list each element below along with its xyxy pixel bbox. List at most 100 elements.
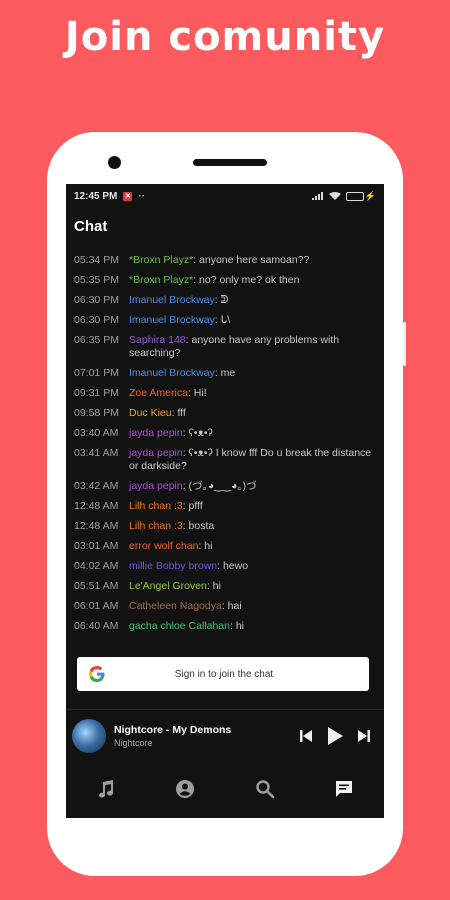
search-icon[interactable] — [255, 779, 275, 799]
front-camera — [108, 156, 121, 169]
chat-message: 12:48 AM Lilh chan :3: pfff — [74, 500, 376, 513]
divider — [66, 709, 384, 710]
track-title: Nightcore - My Demons — [114, 724, 232, 736]
message-text: : ᕲ — [214, 294, 229, 306]
notification-icon: ✕ — [123, 191, 133, 201]
message-username[interactable]: Saphira 148 — [129, 334, 186, 346]
chat-message: 12:48 AM Lilh chan :3: bosta — [74, 520, 376, 533]
message-username[interactable]: Lilh chan :3 — [129, 520, 183, 532]
message-time: 06:30 PM — [74, 294, 119, 306]
message-username[interactable]: Imanuel Brockway — [129, 294, 215, 306]
message-time: 06:30 PM — [74, 314, 119, 326]
chat-message: 06:30 PM Imanuel Brockway: ᒐ\ — [74, 314, 376, 327]
chat-message: 05:51 AM Le'Angel Groven: hi — [74, 580, 376, 593]
message-text: : Hi! — [187, 387, 207, 399]
message-username[interactable]: *Broxn Playz* — [129, 274, 193, 286]
message-username[interactable]: Imanuel Brockway — [129, 367, 215, 379]
headline: Join comunity — [64, 14, 386, 60]
message-time: 06:40 AM — [74, 620, 119, 632]
chat-message: 09:31 PM Zoe America: Hi! — [74, 387, 376, 400]
chat-message: 03:40 AM jayda pepin: ʕ•ᴥ•ʔ — [74, 427, 376, 440]
battery-icon: ⚡ — [345, 191, 376, 202]
message-time: 03:01 AM — [74, 540, 119, 552]
status-time: 12:45 PM — [74, 190, 118, 202]
message-username[interactable]: Lilh chan :3 — [129, 500, 183, 512]
more-notifications-icon: ·· — [138, 190, 146, 202]
message-username[interactable]: Duc Kieu — [129, 407, 172, 419]
chat-message: 04:02 AM millie Bobby brown: hewo — [74, 560, 376, 573]
track-artist: Nightcore — [114, 738, 153, 748]
chat-message: 05:35 PM *Broxn Playz*: no? only me? ok t… — [74, 274, 376, 287]
message-text: : fff — [171, 407, 186, 419]
message-time: 05:35 PM — [74, 274, 119, 286]
message-username[interactable]: Imanuel Brockway — [129, 314, 215, 326]
chat-title: Chat — [74, 218, 108, 235]
message-text: : no? only me? ok then — [193, 274, 300, 286]
message-text: : ᒐ\ — [214, 314, 231, 326]
chat-message: 09:58 PM Duc Kieu: fff — [74, 407, 376, 420]
play-icon[interactable] — [326, 726, 344, 746]
message-text: : hi — [198, 540, 213, 552]
chat-message: 06:01 AM Catheleen Nagodya: hai — [74, 600, 376, 613]
chat-message: 06:30 PM Imanuel Brockway: ᕲ — [74, 294, 376, 307]
message-username[interactable]: Catheleen Nagodya — [129, 600, 222, 612]
message-username[interactable]: gacha chloe Callahan — [129, 620, 230, 632]
message-username[interactable]: Zoe America — [129, 387, 188, 399]
message-text: : pfff — [182, 500, 203, 512]
side-button — [403, 322, 406, 366]
message-username[interactable]: error wolf chan — [129, 540, 198, 552]
message-text: : me — [214, 367, 236, 379]
status-bar: 12:45 PM ✕ ·· ⚡ — [66, 184, 384, 208]
message-time: 03:40 AM — [74, 427, 119, 439]
message-text: : bosta — [182, 520, 215, 532]
phone-frame: 12:45 PM ✕ ·· ⚡ Chat 05:34 PM *Broxn Play… — [47, 132, 406, 876]
music-icon[interactable] — [96, 779, 116, 799]
profile-icon[interactable] — [175, 779, 195, 799]
message-text: : hi — [206, 580, 221, 592]
message-text: : hi — [230, 620, 245, 632]
signal-icon — [311, 192, 323, 200]
message-time: 05:51 AM — [74, 580, 119, 592]
message-time: 12:48 AM — [74, 500, 119, 512]
message-time: 12:48 AM — [74, 520, 119, 532]
mini-player[interactable]: Nightcore - My Demons Nightcore — [66, 711, 384, 761]
previous-icon[interactable] — [300, 729, 312, 743]
chat-icon[interactable] — [334, 779, 354, 799]
app-screen: 12:45 PM ✕ ·· ⚡ Chat 05:34 PM *Broxn Play… — [66, 184, 384, 818]
google-icon — [89, 666, 105, 682]
message-username[interactable]: Le'Angel Groven — [129, 580, 207, 592]
chat-message: 03:42 AM jayda pepin: (づ｡◕‿‿◕｡)づ — [74, 480, 376, 493]
chat-message: 07:01 PM Imanuel Brockway: me — [74, 367, 376, 380]
sign-in-label: Sign in to join the chat — [174, 668, 274, 680]
sign-in-button[interactable]: Sign in to join the chat — [77, 657, 369, 691]
message-time: 05:34 PM — [74, 254, 119, 266]
message-text: : ʕ•ᴥ•ʔ — [182, 427, 213, 439]
message-time: 04:02 AM — [74, 560, 119, 572]
bottom-navigation — [66, 769, 384, 809]
message-text: : (づ｡◕‿‿◕｡)づ — [182, 480, 257, 492]
chat-message: 06:40 AM gacha chloe Callahan: hi — [74, 620, 376, 633]
next-icon[interactable] — [358, 729, 370, 743]
wifi-icon — [328, 192, 341, 200]
earpiece-speaker — [193, 159, 267, 166]
message-time: 09:58 PM — [74, 407, 119, 419]
message-username[interactable]: millie Bobby brown — [129, 560, 217, 572]
chat-message: 03:41 AM jayda pepin: ʕ•ᴥ•ʔ I know fff Do… — [74, 447, 376, 473]
chat-message: 06:35 PM Saphira 148: anyone have any pro… — [74, 334, 376, 360]
message-time: 03:41 AM — [74, 447, 119, 459]
message-time: 03:42 AM — [74, 480, 119, 492]
message-username[interactable]: *Broxn Playz* — [129, 254, 193, 266]
message-time: 07:01 PM — [74, 367, 119, 379]
message-text: : hewo — [217, 560, 249, 572]
message-time: 06:35 PM — [74, 334, 119, 346]
message-username[interactable]: jayda pepin — [129, 427, 183, 439]
message-text: : anyone here samoan?? — [193, 254, 310, 266]
chat-message-list: 05:34 PM *Broxn Playz*: anyone here samoa… — [66, 254, 384, 633]
message-text: : hai — [221, 600, 242, 612]
message-username[interactable]: jayda pepin — [129, 447, 183, 459]
chat-message: 05:34 PM *Broxn Playz*: anyone here samoa… — [74, 254, 376, 267]
message-time: 06:01 AM — [74, 600, 119, 612]
chat-message: 03:01 AM error wolf chan: hi — [74, 540, 376, 553]
message-username[interactable]: jayda pepin — [129, 480, 183, 492]
message-time: 09:31 PM — [74, 387, 119, 399]
